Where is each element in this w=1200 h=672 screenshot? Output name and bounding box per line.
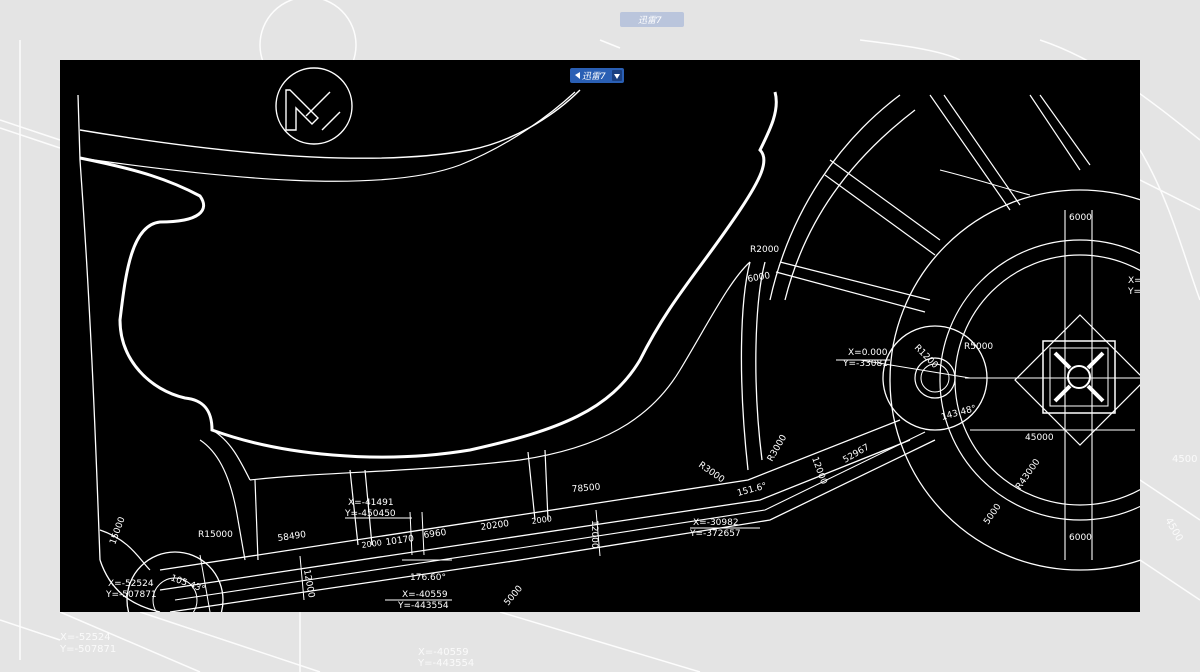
coord-b-x: X=-40559 bbox=[402, 590, 448, 600]
coord-b-y: Y=-443554 bbox=[397, 601, 449, 611]
coord-center-y: Y=-33081 bbox=[842, 359, 888, 369]
label-6000-bottom: 6000 bbox=[1069, 533, 1092, 543]
page: 4500 4500 X=-52524 Y=-507871 X=-40559 Y=… bbox=[0, 0, 1200, 672]
label-r5000: R5000 bbox=[964, 342, 993, 352]
label-12000-b: 12000 bbox=[589, 520, 599, 549]
coord-bl-x: X=-52524 bbox=[108, 579, 154, 589]
watermark-badge: 迅雷7 bbox=[570, 68, 624, 83]
coord-left-y: Y=-450450 bbox=[344, 509, 396, 519]
label-angle-176: 176.60° bbox=[410, 573, 446, 583]
coord-left-x: X=-41491 bbox=[348, 498, 394, 508]
label-r2000: R2000 bbox=[750, 245, 779, 255]
label-6000-top: 6000 bbox=[1069, 213, 1092, 223]
label-r15000: R15000 bbox=[198, 530, 233, 540]
coord-mid-y: Y=-372657 bbox=[689, 529, 741, 539]
label-45000: 45000 bbox=[1025, 433, 1054, 443]
cad-canvas: R2000 6000 6000 6000 X=0.000 Y=-33081 R1… bbox=[60, 60, 1142, 612]
coord-mid-x: X=-30982 bbox=[693, 518, 739, 528]
watermark-text: 迅雷7 bbox=[582, 71, 606, 82]
coord-right-x: X= bbox=[1128, 276, 1142, 286]
coord-center-x: X=0.000 bbox=[848, 348, 888, 358]
coord-bl-y: Y=-507871 bbox=[105, 590, 157, 600]
coord-right-y: Y= bbox=[1127, 287, 1141, 297]
